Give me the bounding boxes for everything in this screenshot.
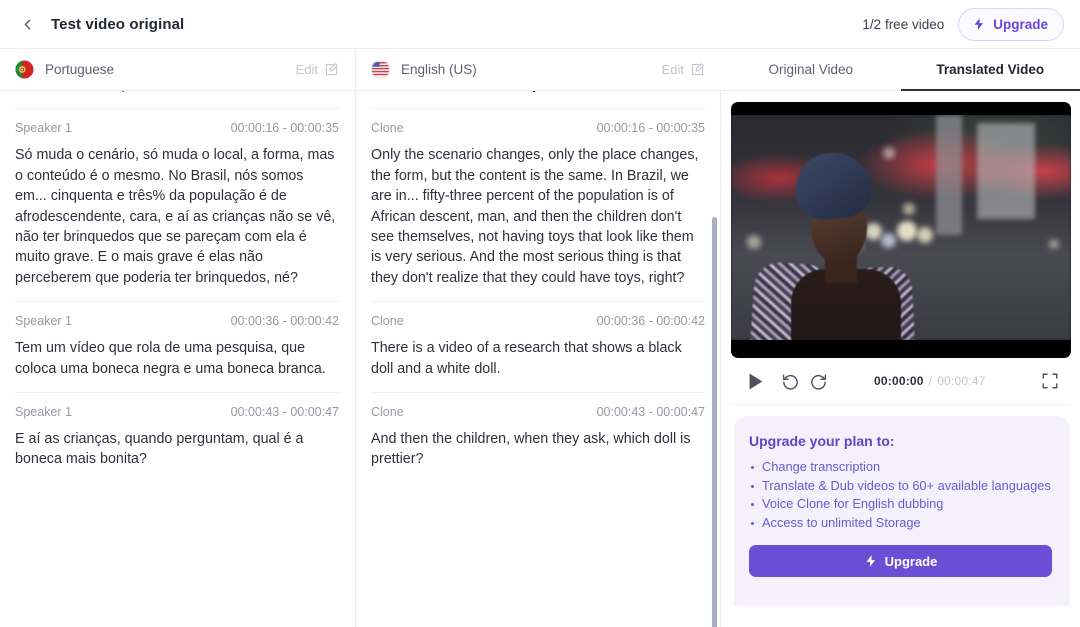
top-bar-actions: 1/2 free video Upgrade: [862, 7, 1064, 41]
segment-time: 00:00:36 - 00:00:42: [230, 314, 339, 329]
transcript-body-target[interactable]: women, it's the same story. Clone 00:00:…: [356, 91, 721, 627]
play-icon[interactable]: [747, 372, 764, 391]
segment-text: And then the children, when they ask, wh…: [371, 431, 691, 468]
segment-meta: Clone 00:00:16 - 00:00:35: [371, 121, 705, 135]
transcript-segment[interactable]: Speaker 1 00:00:43 - 00:00:47 E aí as cr…: [15, 393, 339, 483]
transcript-segment[interactable]: Clone 00:00:16 - 00:00:35 Only the scena…: [371, 109, 705, 303]
transcript-panel: Portuguese Edit outras mulheres pretas, …: [0, 49, 721, 627]
edit-label-target: Edit: [661, 62, 684, 77]
video-bokeh: [1049, 239, 1059, 249]
tab-original-video-label: Original Video: [768, 62, 854, 77]
free-video-counter: 1/2 free video: [862, 16, 945, 32]
video-tabs: Original Video Translated Video: [721, 49, 1080, 91]
segment-text: Só muda o cenário, só muda o local, a fo…: [15, 147, 336, 286]
upgrade-button-header[interactable]: Upgrade: [958, 7, 1064, 41]
promo-feature-list: Change transcription Translate & Dub vid…: [749, 458, 1052, 532]
segment-text: There is a video of a research that show…: [371, 340, 682, 377]
segment-meta: Speaker 1 00:00:36 - 00:00:42: [15, 314, 339, 328]
video-time-display: 00:00:00 / 00:00:47: [874, 374, 986, 388]
video-decor: [977, 123, 1035, 219]
segment-speaker: Clone: [371, 121, 404, 136]
transcript-segment[interactable]: Speaker 1 00:00:16 - 00:00:35 Só muda o …: [15, 109, 339, 303]
tab-translated-video-label: Translated Video: [936, 62, 1045, 77]
segment-text: outras mulheres pretas, é a mesma histór…: [15, 91, 339, 95]
segment-text: women, it's the same story.: [371, 91, 705, 95]
video-decor: [936, 115, 962, 235]
chevron-left-icon: [24, 19, 30, 29]
promo-feature-item: Voice Clone for English dubbing: [749, 495, 1052, 514]
segment-time: 00:00:43 - 00:00:47: [230, 405, 339, 420]
video-subject: [733, 145, 933, 340]
promo-feature-item: Translate & Dub videos to 60+ available …: [749, 477, 1052, 496]
segment-meta: Speaker 1 00:00:43 - 00:00:47: [15, 405, 339, 419]
forward-10-icon[interactable]: [809, 372, 828, 391]
segment-time: 00:00:16 - 00:00:35: [596, 121, 705, 136]
pencil-square-icon: [691, 63, 704, 76]
segment-meta: Clone 00:00:36 - 00:00:42: [371, 314, 705, 328]
transcript-segment[interactable]: Clone 00:00:36 - 00:00:42 There is a vid…: [371, 302, 705, 394]
transcript-scrollbar[interactable]: [712, 217, 717, 627]
transcript-column-target: English (US) Edit women, it's the same s…: [355, 49, 721, 627]
segment-meta: Speaker 1 00:00:16 - 00:00:35: [15, 121, 339, 135]
bolt-icon: [972, 17, 986, 31]
transcript-segment[interactable]: outras mulheres pretas, é a mesma histór…: [15, 91, 339, 110]
segment-time: 00:00:16 - 00:00:35: [230, 121, 339, 136]
video-controls: 00:00:00 / 00:00:47: [731, 358, 1071, 405]
edit-button-source[interactable]: Edit: [296, 62, 339, 77]
segment-time: 00:00:43 - 00:00:47: [596, 405, 705, 420]
language-name-source: Portuguese: [45, 62, 115, 77]
segment-speaker: Clone: [371, 405, 404, 420]
video-current-time: 00:00:00: [874, 374, 924, 388]
video-panel: Original Video Translated Video 00:00:00…: [721, 49, 1080, 627]
transcript-body-source[interactable]: outras mulheres pretas, é a mesma histór…: [0, 91, 355, 627]
fullscreen-icon[interactable]: [1041, 372, 1059, 390]
flag-portugal-icon: [15, 60, 34, 79]
top-bar: Test video original 1/2 free video Upgra…: [0, 0, 1080, 49]
upgrade-button-promo[interactable]: Upgrade: [749, 545, 1052, 578]
segment-speaker: Clone: [371, 314, 404, 329]
back-button[interactable]: [14, 11, 40, 37]
upgrade-promo-card: Upgrade your plan to: Change transcripti…: [734, 416, 1070, 606]
edit-button-target[interactable]: Edit: [662, 62, 705, 77]
video-frame: [731, 115, 1071, 340]
segment-time: 00:00:36 - 00:00:42: [596, 314, 705, 329]
transcript-column-source: Portuguese Edit outras mulheres pretas, …: [0, 49, 355, 627]
rewind-10-icon[interactable]: [781, 372, 800, 391]
app-root: Test video original 1/2 free video Upgra…: [0, 0, 1080, 627]
upgrade-button-header-label: Upgrade: [993, 16, 1048, 32]
pencil-square-icon: [325, 63, 338, 76]
transcript-segment[interactable]: women, it's the same story.: [371, 91, 705, 110]
segment-speaker: Speaker 1: [15, 314, 72, 329]
transcript-segment[interactable]: Clone 00:00:43 - 00:00:47 And then the c…: [371, 393, 705, 483]
bolt-icon: [864, 554, 878, 568]
flag-usa-icon: [371, 60, 390, 79]
main-area: Portuguese Edit outras mulheres pretas, …: [0, 49, 1080, 627]
video-container: [721, 91, 1080, 358]
language-header-source: Portuguese Edit: [0, 49, 355, 91]
segment-speaker: Speaker 1: [15, 405, 72, 420]
tab-original-video[interactable]: Original Video: [721, 49, 901, 90]
promo-feature-item: Access to unlimited Storage: [749, 514, 1052, 533]
upgrade-button-promo-label: Upgrade: [884, 553, 938, 569]
segment-meta: Clone 00:00:43 - 00:00:47: [371, 405, 705, 419]
transcript-segment[interactable]: Speaker 1 00:00:36 - 00:00:42 Tem um víd…: [15, 302, 339, 394]
segment-text: Tem um vídeo que rola de uma pesquisa, q…: [15, 340, 326, 377]
segment-text: Only the scenario changes, only the plac…: [371, 147, 699, 286]
video-total-time: 00:00:47: [937, 374, 986, 388]
language-header-target: English (US) Edit: [356, 49, 721, 91]
promo-title: Upgrade your plan to:: [749, 433, 895, 449]
language-name-target: English (US): [401, 62, 477, 77]
video-time-separator: /: [928, 374, 933, 388]
video-player[interactable]: [731, 102, 1071, 358]
edit-label-source: Edit: [295, 62, 318, 77]
segment-text: E aí as crianças, quando perguntam, qual…: [15, 431, 304, 468]
page-title: Test video original: [51, 15, 185, 33]
segment-speaker: Speaker 1: [15, 121, 72, 136]
promo-feature-item: Change transcription: [749, 458, 1052, 477]
tab-translated-video[interactable]: Translated Video: [900, 49, 1080, 91]
